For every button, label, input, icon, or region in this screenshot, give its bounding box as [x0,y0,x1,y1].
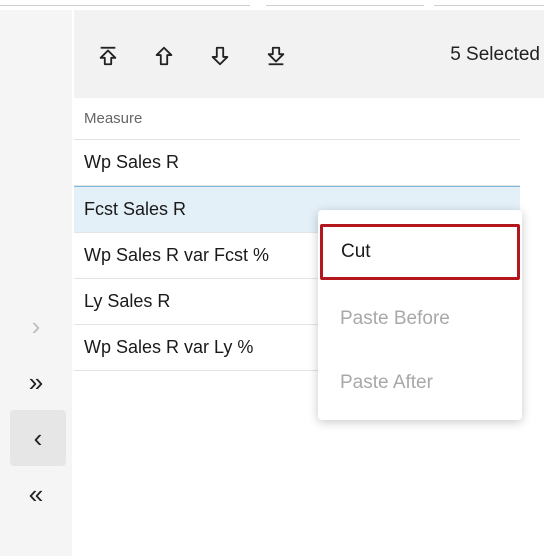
reorder-toolbar: 5 Selected [74,10,544,98]
context-menu: Cut Paste Before Paste After [318,210,522,420]
remove-selected-button[interactable]: ‹ [10,410,66,466]
move-to-top-button[interactable] [90,38,126,74]
top-divider [0,5,250,6]
shuttle-controls: › » ‹ « [0,10,72,556]
cut-menu-item[interactable]: Cut [320,224,520,280]
list-item-label: Wp Sales R [84,152,180,172]
move-to-bottom-button[interactable] [258,38,294,74]
add-selected-button[interactable]: › [14,304,58,348]
move-up-button[interactable] [146,38,182,74]
paste-after-menu-item[interactable]: Paste After [318,356,522,410]
remove-all-button[interactable]: « [14,472,58,516]
list-item-label: Fcst Sales R [84,199,187,219]
column-header-measure: Measure [74,98,520,140]
double-chevron-right-icon: » [28,366,44,397]
list-item-label: Ly Sales R [84,291,171,311]
list-item-label: Wp Sales R var Fcst % [84,245,270,265]
move-up-icon [155,46,173,66]
add-all-button[interactable]: » [14,360,58,404]
move-down-icon [211,46,229,66]
selected-count: 5 Selected [450,44,540,65]
move-to-top-icon [99,46,117,66]
list-item[interactable]: Wp Sales R [74,140,520,186]
top-divider [266,5,424,6]
move-to-bottom-icon [267,46,285,66]
top-strip [0,0,544,8]
list-item-label: Wp Sales R var Ly % [84,337,254,357]
top-divider [434,5,544,6]
paste-before-menu-item[interactable]: Paste Before [318,292,522,346]
double-chevron-left-icon: « [28,478,44,509]
chevron-right-icon: › [31,310,41,341]
move-down-button[interactable] [202,38,238,74]
chevron-left-icon: ‹ [33,422,43,453]
